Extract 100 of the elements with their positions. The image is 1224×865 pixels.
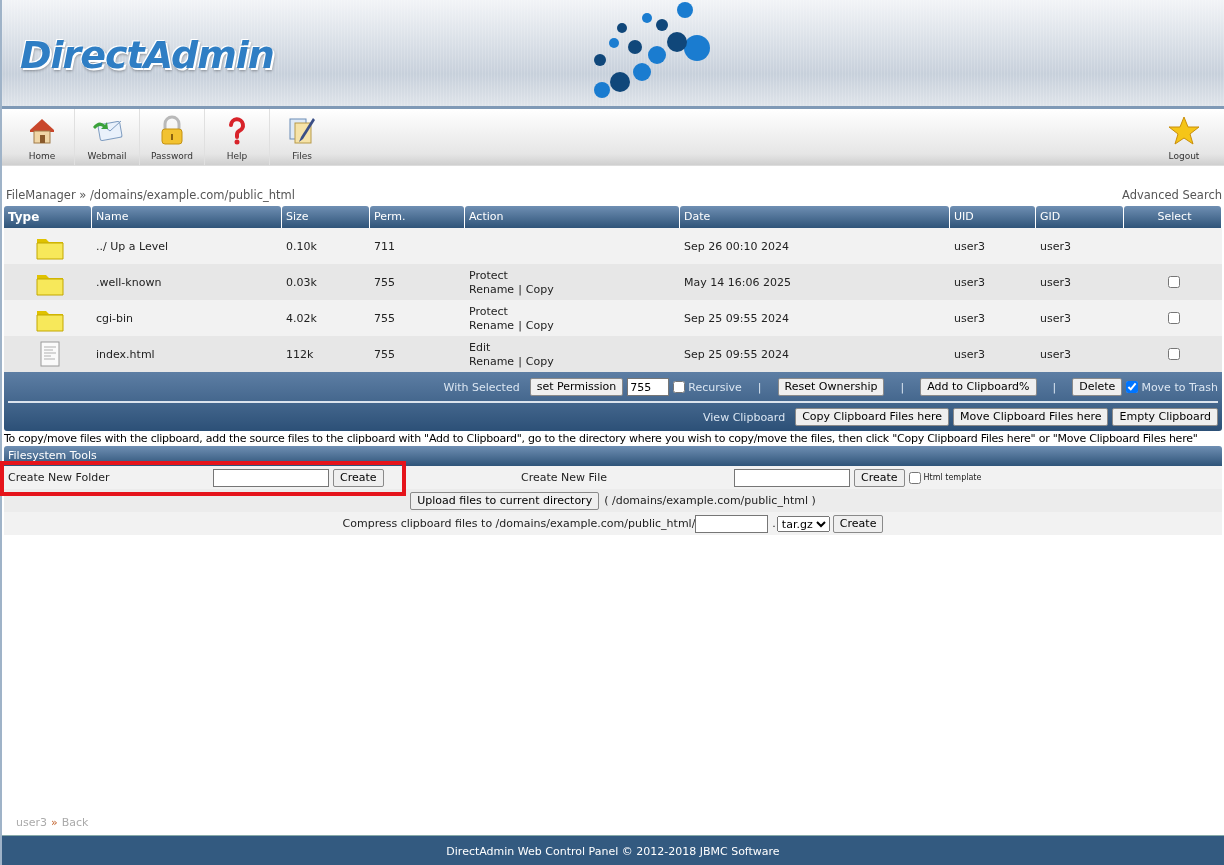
create-button[interactable]: Create [333,468,384,487]
select-checkbox[interactable] [1167,312,1180,324]
column-header[interactable]: Action [465,206,679,228]
size-cell: 0.03k [286,275,317,289]
column-header[interactable]: Name [92,206,281,228]
table-row[interactable]: .well-known 0.03k 755 Protect Rename | Copy May 14 16:06 2025 user3 user3 [4,264,1222,300]
template-checkbox[interactable] [908,471,921,484]
separator-text: | [757,380,762,394]
permission-cell: 711 [374,239,395,253]
checkbox-label: Html template [923,473,982,482]
toolbar-link[interactable]: Password [140,109,205,165]
field-label: Create New File [521,471,607,484]
permission-field[interactable]: 755 [627,378,670,396]
field-label: Create New Folder [7,471,111,484]
table-row[interactable]: cgi-bin 4.02k 755 Protect Rename | Copy Sep 25 09:55 2024 user3 user3 [4,300,1222,336]
option-checkbox[interactable] [1126,381,1139,393]
action-link[interactable]: Rename [469,318,515,332]
format-dropdown[interactable]: tar.gz [776,515,830,532]
action-link[interactable]: Protect [469,268,508,282]
action-link[interactable]: Copy [525,318,554,332]
table-row[interactable]: index.html 112k 755 Edit Rename | Copy Sep 25 09:55 2024 user3 user3 [4,336,1222,372]
action-button[interactable]: Delete [1072,378,1123,396]
toolbar-link[interactable]: Files [270,109,334,165]
uid-cell: user3 [954,347,985,361]
size-cell: 4.02k [286,311,317,325]
column-header[interactable]: Type [4,206,91,228]
column-header[interactable]: Size [282,206,369,228]
file-name-link[interactable]: .well-known [96,275,162,289]
action-link[interactable]: Rename [469,282,515,296]
section-header: Filesystem Tools [4,446,1222,466]
separator-text: » [51,816,58,829]
permission-cell: 755 [374,311,395,325]
dot-text: . [772,517,776,530]
date-cell: May 14 16:06 2025 [684,275,791,289]
documents-pencil-icon [286,115,318,145]
column-header[interactable]: GID [1036,206,1123,228]
path-text: ( /domains/example.com/public_html ) [604,494,816,507]
toolbar-link[interactable]: Help [205,109,270,165]
action-button[interactable]: set Permission [529,378,624,396]
action-button[interactable]: Move Clipboard Files here [953,408,1109,426]
folder-name-field[interactable] [213,468,329,487]
advanced-search-link[interactable]: Advanced Search [1122,188,1222,206]
date-cell: Sep 25 09:55 2024 [684,311,789,325]
clipboard-instructions: To copy/move files with the clipboard, add the source files to the clipboard with "Add to Clipboard", go to the directory where you wish to copy/move the files, then click "Copy Clipboard Files here" or "Move Clipboard Files here" [4,432,1199,445]
column-header[interactable]: UID [950,206,1035,228]
action-button[interactable]: Add to Clipboard% [920,378,1037,396]
action-link[interactable]: Rename [469,354,515,368]
select-checkbox[interactable] [1167,276,1180,288]
star-icon [1168,115,1200,145]
action-button[interactable]: Empty Clipboard [1112,408,1218,426]
action-link[interactable]: Copy [525,282,554,296]
bar-label: With Selected [443,380,520,394]
logout-link[interactable]: Logout [1152,109,1216,165]
gid-cell: user3 [1040,311,1071,325]
toolbar-link[interactable]: Home [10,109,75,165]
separator-text: | [518,354,522,368]
create-button[interactable]: Create [832,514,884,533]
separator-text: | [900,380,905,394]
bar-label: View Clipboard [703,410,786,424]
table-row[interactable]: ../ Up a Level 0.10k 711 Sep 26 00:10 2024 user3 user3 [4,228,1222,264]
file-name-field[interactable] [734,468,850,487]
action-button[interactable]: Copy Clipboard Files here [795,408,950,426]
permission-cell: 755 [374,275,395,289]
uid-cell: user3 [954,311,985,325]
checkbox-label: Move to Trash [1141,380,1218,394]
column-header[interactable]: Perm. [370,206,464,228]
select-checkbox[interactable] [1167,348,1180,360]
gid-cell: user3 [1040,275,1071,289]
size-cell: 0.10k [286,239,317,253]
document-icon [38,340,62,368]
create-button[interactable]: Create [854,468,905,487]
footer-bar: DirectAdmin Web Control Panel © 2012-2018 JBMC Software [2,835,1224,865]
file-name-link[interactable]: ../ Up a Level [96,239,168,253]
compress-label: Compress clipboard files to /domains/example.com/public_html/ [342,517,696,530]
uid-cell: user3 [954,275,985,289]
action-link[interactable]: Edit [469,340,491,354]
permission-cell: 755 [374,347,395,361]
action-link[interactable]: Protect [469,304,508,318]
action-link[interactable]: Copy [525,354,554,368]
column-header[interactable]: Date [680,206,949,228]
toolbar-link[interactable]: Webmail [75,109,140,165]
option-checkbox[interactable] [673,381,686,393]
uid-cell: user3 [954,239,985,253]
separator-text: | [518,282,522,296]
checkbox-label: Recursive [688,380,742,394]
file-name-link[interactable]: cgi-bin [96,311,134,325]
breadcrumb-path: FileManager » /domains/example.com/public_html [5,188,295,204]
column-header[interactable]: Select [1124,206,1221,228]
action-button[interactable]: Reset Ownership [777,378,885,396]
separator-text: | [1052,380,1057,394]
gid-cell: user3 [1040,347,1071,361]
gid-cell: user3 [1040,239,1071,253]
upload-button[interactable]: Upload files to current directory [410,491,600,510]
logo-text: DirectAdmin [20,33,274,77]
separator-text: | [518,318,522,332]
file-name-link[interactable]: index.html [96,347,155,361]
size-cell: 112k [286,347,314,361]
date-cell: Sep 25 09:55 2024 [684,347,789,361]
date-cell: Sep 26 00:10 2024 [684,239,789,253]
archive-name-field[interactable] [695,514,769,533]
